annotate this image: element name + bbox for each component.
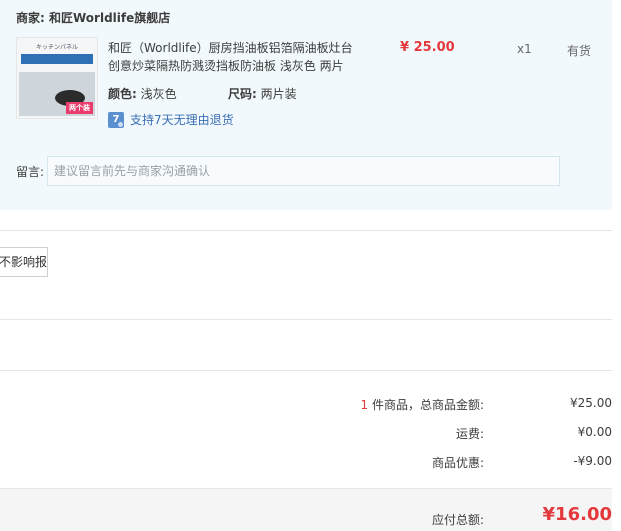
invoice-button[interactable]: 不影响报销 <box>0 247 48 277</box>
thumb-brand-text: キッチンパネル <box>35 44 78 51</box>
shipping-label: 运费: <box>455 427 484 441</box>
thumb-banner <box>21 54 93 64</box>
stock-status: 有货 <box>567 44 592 58</box>
discount-value: -¥9.00 <box>573 454 612 468</box>
product-size: 尺码: 两片装 <box>228 87 297 101</box>
total-label: 应付总额: <box>431 513 484 527</box>
order-panel: 商家: 和匠Worldlife旗舰店 キッチンパネル 两个装 和匠（Worldl… <box>0 0 612 210</box>
product-quantity: x1 <box>517 42 532 56</box>
product-thumbnail[interactable]: キッチンパネル 两个装 <box>16 37 98 119</box>
return-policy-text[interactable]: 支持7天无理由退货 <box>130 111 234 128</box>
summary-goods-row: 1 件商品，总商品金额: ¥25.00 <box>0 396 612 416</box>
summary-shipping-row: 运费: ¥0.00 <box>0 425 612 445</box>
discount-label: 商品优惠: <box>431 456 484 470</box>
product-color: 颜色: 浅灰色 <box>108 87 177 101</box>
product-title[interactable]: 和匠（Worldlife）厨房挡油板铝箔隔油板灶台创意炒菜隔热防溅烫挡板防油板 … <box>108 39 358 75</box>
divider <box>0 230 612 231</box>
message-label: 留言: <box>16 165 45 179</box>
divider <box>0 319 612 320</box>
shop-name[interactable]: 商家: 和匠Worldlife旗舰店 <box>16 9 170 26</box>
divider <box>0 370 612 371</box>
thumb-tag: 两个装 <box>66 102 93 114</box>
total-amount: ¥16.00 <box>542 504 612 525</box>
product-price: ¥ 25.00 <box>400 40 455 55</box>
total-bar: 应付总额: ¥16.00 <box>0 488 612 531</box>
message-input[interactable] <box>47 156 560 186</box>
return-policy[interactable]: 7 支持7天无理由退货 <box>108 111 234 128</box>
goods-total-value: ¥25.00 <box>570 396 612 410</box>
goods-total-label: 1 件商品，总商品金额: <box>360 398 484 412</box>
seven-day-return-icon: 7 <box>108 111 124 128</box>
shipping-value: ¥0.00 <box>577 425 612 439</box>
summary-discount-row: 商品优惠: -¥9.00 <box>0 454 612 474</box>
